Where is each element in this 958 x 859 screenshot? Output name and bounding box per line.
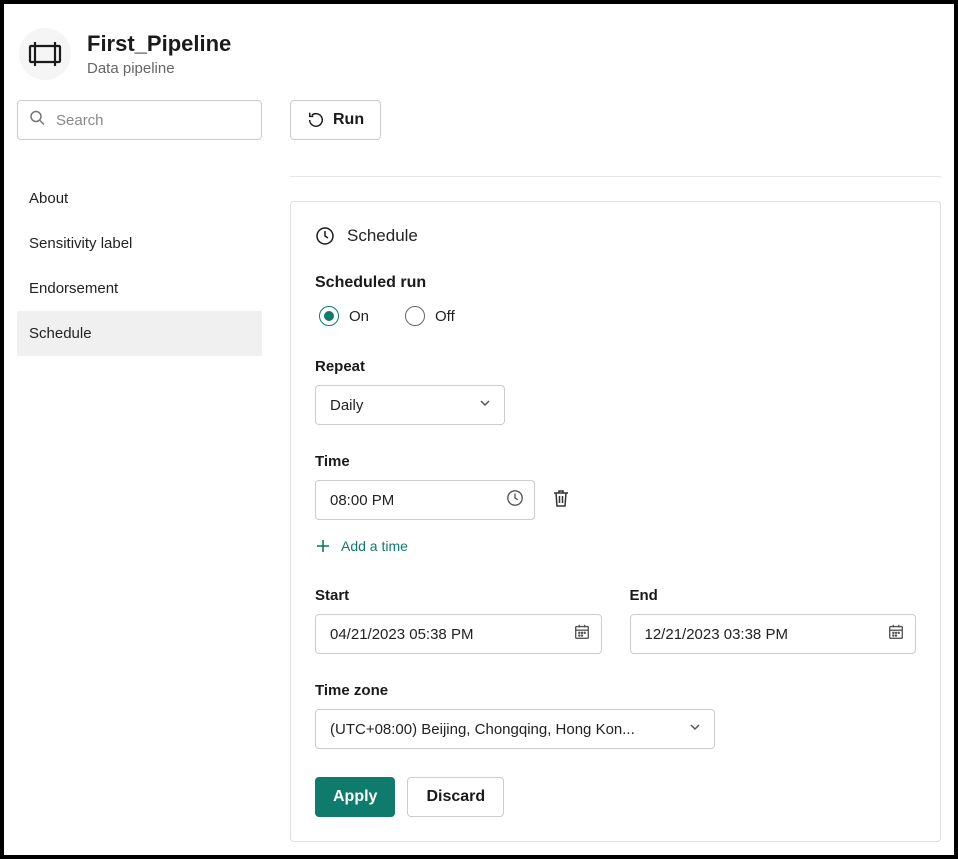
start-end-row: Start 04/21/2023 05:38 PM — [315, 587, 916, 654]
time-label: Time — [315, 453, 916, 470]
main-content: Run Schedule Scheduled run — [290, 100, 941, 842]
scheduled-run-label: Scheduled run — [315, 274, 916, 292]
sidebar-item-schedule[interactable]: Schedule — [17, 311, 262, 356]
sidebar-nav: About Sensitivity label Endorsement Sche… — [17, 176, 262, 356]
end-input[interactable]: 12/21/2023 03:38 PM — [630, 614, 917, 654]
sidebar-item-endorsement[interactable]: Endorsement — [17, 266, 262, 311]
page-title: First_Pipeline — [87, 31, 231, 57]
repeat-label: Repeat — [315, 358, 916, 375]
delete-time-button[interactable] — [551, 488, 571, 513]
time-input[interactable]: 08:00 PM — [315, 480, 535, 520]
run-button-label: Run — [333, 111, 364, 129]
timezone-label: Time zone — [315, 682, 916, 699]
chevron-down-icon — [478, 396, 492, 414]
add-time-label: Add a time — [341, 538, 408, 554]
time-field: Time 08:00 PM — [315, 453, 916, 559]
repeat-field: Repeat Daily — [315, 358, 916, 425]
timezone-value: (UTC+08:00) Beijing, Chongqing, Hong Kon… — [330, 721, 635, 738]
calendar-icon — [573, 623, 591, 645]
radio-off-label: Off — [435, 308, 455, 325]
start-label: Start — [315, 587, 602, 604]
divider — [290, 176, 941, 177]
toolbar: Run — [290, 100, 941, 140]
run-button[interactable]: Run — [290, 100, 381, 140]
refresh-icon — [307, 111, 325, 129]
end-label: End — [630, 587, 917, 604]
schedule-panel: Schedule Scheduled run On Off Re — [290, 201, 941, 842]
page-header: First_Pipeline Data pipeline — [17, 28, 941, 80]
panel-title: Schedule — [347, 226, 418, 246]
panel-header: Schedule — [315, 226, 916, 246]
sidebar-item-about[interactable]: About — [17, 176, 262, 221]
radio-on-label: On — [349, 308, 369, 325]
repeat-value: Daily — [330, 397, 363, 414]
pipeline-icon — [19, 28, 71, 80]
apply-button[interactable]: Apply — [315, 777, 395, 817]
sidebar: About Sensitivity label Endorsement Sche… — [17, 100, 262, 842]
search-icon — [29, 110, 45, 131]
footer-buttons: Apply Discard — [315, 777, 916, 817]
calendar-icon — [887, 623, 905, 645]
radio-off-circle — [405, 306, 425, 326]
scheduled-run-radio-group: On Off — [315, 306, 916, 326]
timezone-field: Time zone (UTC+08:00) Beijing, Chongqing… — [315, 682, 916, 749]
repeat-select[interactable]: Daily — [315, 385, 505, 425]
start-value: 04/21/2023 05:38 PM — [330, 626, 473, 643]
radio-on[interactable]: On — [319, 306, 369, 326]
end-value: 12/21/2023 03:38 PM — [645, 626, 788, 643]
time-value: 08:00 PM — [330, 492, 394, 509]
clock-icon — [506, 489, 524, 511]
start-input[interactable]: 04/21/2023 05:38 PM — [315, 614, 602, 654]
add-time-button[interactable]: Add a time — [315, 538, 408, 554]
discard-button[interactable]: Discard — [407, 777, 504, 817]
chevron-down-icon — [688, 720, 702, 738]
schedule-clock-icon — [315, 226, 335, 246]
page-subtitle: Data pipeline — [87, 60, 231, 77]
radio-on-circle — [319, 306, 339, 326]
radio-off[interactable]: Off — [405, 306, 455, 326]
timezone-select[interactable]: (UTC+08:00) Beijing, Chongqing, Hong Kon… — [315, 709, 715, 749]
sidebar-item-sensitivity-label[interactable]: Sensitivity label — [17, 221, 262, 266]
search-input[interactable] — [17, 100, 262, 140]
plus-icon — [315, 538, 331, 554]
